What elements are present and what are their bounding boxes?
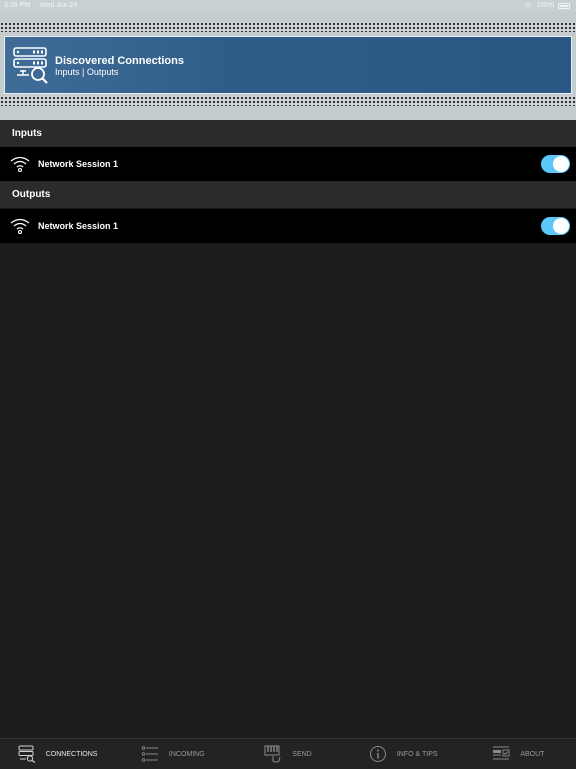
speaker-grille-top [0,22,576,32]
connections-logo-icon [13,47,48,84]
tab-incoming[interactable]: INCOMING [115,739,230,769]
wifi-icon [10,218,30,234]
input-session-toggle[interactable] [541,155,570,173]
tab-about[interactable]: ABOUT [461,739,576,769]
battery-percent: 100% [536,2,554,9]
wifi-icon [10,156,30,172]
status-bar: 3:26 PM Wed Jun 24 100% [0,0,576,12]
tab-label: CONNECTIONS [45,750,98,758]
tab-send[interactable]: SEND [230,739,345,769]
toggle-knob [553,218,569,234]
speaker-grille-bottom [0,96,576,106]
banner: Discovered Connections Inputs | Outputs [4,36,572,94]
list-item-input-session[interactable]: Network Session 1 [0,147,576,181]
section-header-outputs: Outputs [0,181,576,208]
status-time: 3:26 PM [4,2,31,9]
status-date: Wed Jun 24 [40,2,78,9]
battery-icon [558,2,570,9]
banner-title: Discovered Connections [55,55,184,67]
info-icon [369,746,386,762]
keyboard-icon [264,745,281,763]
banner-subtitle: Inputs | Outputs [55,67,119,77]
tab-bar: CONNECTIONS INCOMING SEND INFO & TIPS AB… [0,738,576,769]
tab-label: INCOMING [168,750,205,758]
list-icon [141,746,158,762]
list-item-output-session[interactable]: Network Session 1 [0,209,576,243]
tab-label: SEND [292,750,312,758]
connections-icon [18,745,36,763]
session-label: Network Session 1 [38,221,119,231]
output-session-toggle[interactable] [541,217,570,235]
toggle-knob [553,156,569,172]
tab-info-tips[interactable]: INFO & TIPS [346,739,461,769]
tab-label: ABOUT [520,750,545,758]
tab-connections[interactable]: CONNECTIONS [0,739,115,769]
wifi-status-icon [524,2,532,9]
header-panel: Discovered Connections Inputs | Outputs [0,12,576,120]
about-icon [493,746,510,760]
tab-label: INFO & TIPS [396,750,438,758]
session-label: Network Session 1 [38,159,119,169]
section-header-inputs: Inputs [0,120,576,147]
